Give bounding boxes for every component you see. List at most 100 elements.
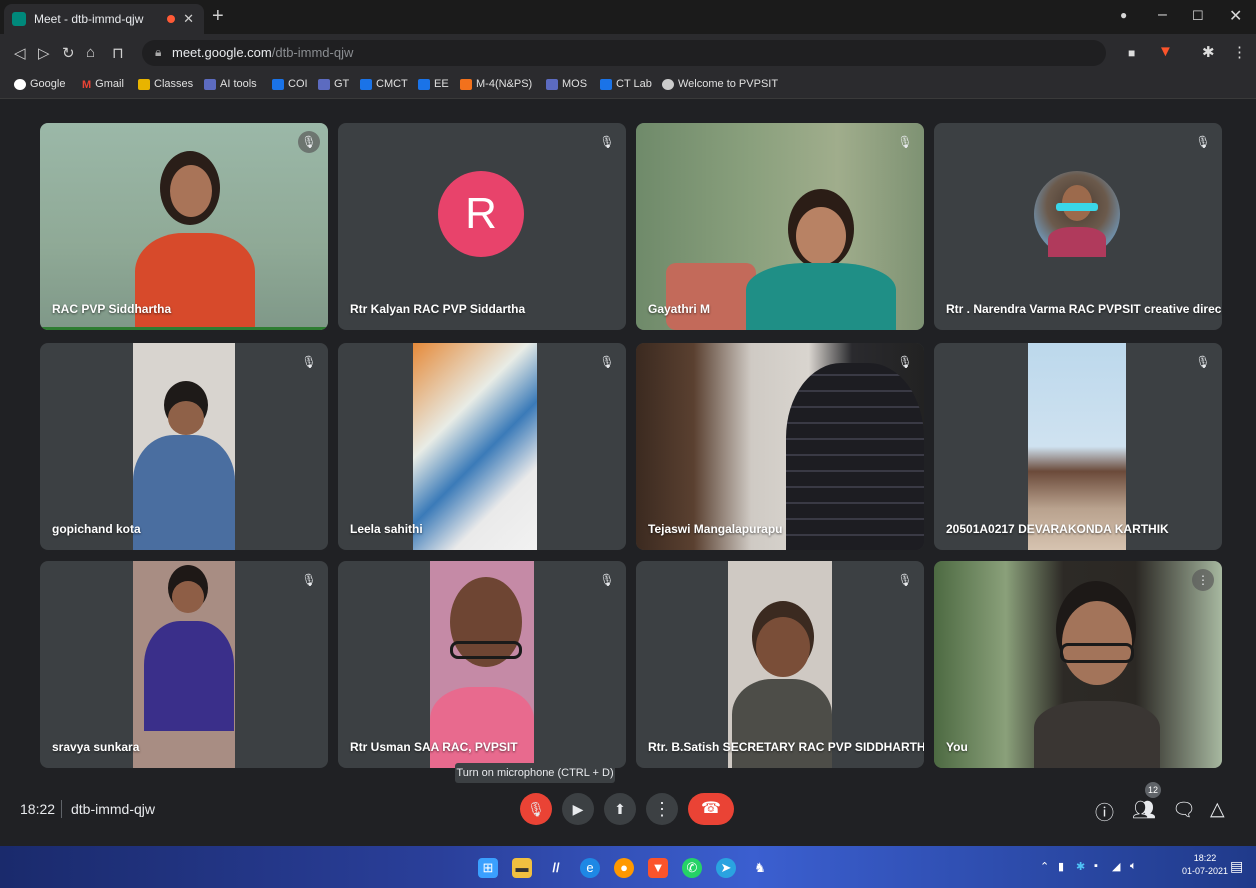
classroom-icon xyxy=(318,78,330,90)
bookmark-pvpsit[interactable]: Welcome to PVPSIT xyxy=(662,78,778,90)
tray-icon[interactable]: ▪ xyxy=(1094,860,1098,872)
bookmark-gt[interactable]: GT xyxy=(318,78,349,90)
participant-name: Rtr. B.Satish SECRETARY RAC PVP SIDDHART… xyxy=(648,740,924,754)
people-icon[interactable]: 👥︎ xyxy=(1132,798,1156,822)
classroom-icon xyxy=(460,78,472,90)
classroom-icon xyxy=(204,78,216,90)
participant-video xyxy=(732,679,832,768)
participant-name: Leela sahithi xyxy=(350,522,423,536)
whatsapp-icon[interactable]: ✆ xyxy=(682,858,702,878)
close-tab-icon[interactable]: ✕ xyxy=(183,11,194,27)
browser-tab[interactable]: Meet - dtb-immd-qjw ✕ xyxy=(4,4,204,34)
participant-video xyxy=(746,263,896,330)
participant-name: sravya sunkara xyxy=(52,740,140,754)
bookmark-label: M-4(N&PS) xyxy=(476,78,533,90)
home-icon[interactable]: ⌂ xyxy=(86,44,95,61)
meet-favicon-icon xyxy=(12,12,26,26)
camera-in-use-icon[interactable]: ■ xyxy=(1128,46,1135,60)
present-screen-button[interactable]: ⬆ xyxy=(604,793,636,825)
system-clock[interactable]: 18:22 01-07-2021 xyxy=(1182,852,1228,878)
more-options-icon[interactable]: ⋮ xyxy=(1192,569,1214,591)
bookmark-classes[interactable]: Classes xyxy=(138,78,193,90)
chrome-icon[interactable]: ● xyxy=(614,858,634,878)
participant-tile[interactable]: 🎙︎ Rtr. B.Satish SECRETARY RAC PVP SIDDH… xyxy=(636,561,924,768)
back-icon[interactable]: ◁ xyxy=(14,44,26,62)
new-tab-button[interactable]: + xyxy=(212,6,224,26)
notifications-icon[interactable]: ▤ xyxy=(1230,858,1243,875)
muted-mic-icon: 🎙︎ xyxy=(301,355,317,369)
participant-tile[interactable]: 🎙︎ Gayathri M xyxy=(636,123,924,330)
participant-tile[interactable]: R 🎙︎ Rtr Kalyan RAC PVP Siddartha xyxy=(338,123,626,330)
bookmark-ct-lab[interactable]: CT Lab xyxy=(600,78,652,90)
activities-icon[interactable]: △ xyxy=(1210,798,1225,821)
bookmark-m4[interactable]: M-4(N&PS) xyxy=(460,78,532,90)
menu-icon[interactable]: ⋮ xyxy=(1232,43,1247,61)
classroom-icon xyxy=(138,78,150,90)
participant-video xyxy=(666,263,756,330)
file-explorer-icon[interactable]: ▬ xyxy=(512,858,532,878)
forward-icon[interactable]: ▷ xyxy=(38,44,50,62)
brave-icon[interactable]: ▼ xyxy=(648,858,668,878)
edge-icon[interactable]: e xyxy=(580,858,600,878)
participant-tile[interactable]: 🎙︎ Rtr Usman SAA RAC, PVPSIT xyxy=(338,561,626,768)
minimize-button[interactable]: – xyxy=(1158,6,1167,24)
bookmark-coi[interactable]: COI xyxy=(272,78,308,90)
microphone-toggle-button[interactable]: 🎙︎ xyxy=(520,793,552,825)
url-text[interactable]: meet.google.com/dtb-immd-qjw xyxy=(172,45,353,60)
participant-video xyxy=(1048,227,1106,257)
bookmark-ai-tools[interactable]: AI tools xyxy=(204,78,257,90)
bookmark-cmct[interactable]: CMCT xyxy=(360,78,408,90)
muted-mic-icon: 🎙︎ xyxy=(897,355,913,369)
bookmark-label: Classes xyxy=(154,78,194,90)
lock-icon[interactable]: 🔒︎ xyxy=(155,45,161,60)
bookmark-gmail[interactable]: M Gmail xyxy=(82,78,124,91)
start-icon[interactable]: ⊞ xyxy=(478,858,498,878)
muted-mic-icon: 🎙︎ xyxy=(1195,135,1211,149)
bookmark-mos[interactable]: MOS xyxy=(546,78,587,90)
participant-tile[interactable]: ⋮ You xyxy=(934,561,1222,768)
reload-icon[interactable]: ↻ xyxy=(62,44,75,62)
meeting-info-icon[interactable]: ⓘ xyxy=(1095,798,1114,825)
participant-name: 20501A0217 DEVARAKONDA KARTHIK xyxy=(946,522,1169,536)
chat-icon[interactable]: 🗨︎ xyxy=(1172,798,1196,822)
participant-tile[interactable]: 🎙︎ RAC PVP Siddhartha xyxy=(40,123,328,330)
extensions-icon[interactable]: ✱ xyxy=(1202,43,1215,61)
muted-mic-icon: 🎙︎ xyxy=(599,573,615,587)
bookmark-ee[interactable]: EE xyxy=(418,78,449,90)
recording-indicator-icon xyxy=(167,15,176,23)
classroom-icon xyxy=(272,78,284,90)
participant-video xyxy=(1034,701,1160,768)
participant-tile[interactable]: 🎙︎ 20501A0217 DEVARAKONDA KARTHIK xyxy=(934,343,1222,550)
participant-video xyxy=(786,363,924,550)
brave-shield-icon[interactable]: ▼ xyxy=(1158,43,1173,60)
app-icon[interactable]: // xyxy=(546,858,566,878)
participant-tile[interactable]: 🎙︎ sravya sunkara xyxy=(40,561,328,768)
wifi-icon[interactable]: ◢ xyxy=(1112,860,1120,873)
participant-video xyxy=(1060,643,1134,663)
show-hidden-icons-icon[interactable]: ⌃ xyxy=(1040,860,1049,873)
close-window-button[interactable]: ✕ xyxy=(1229,6,1242,26)
bookmark-label: Google xyxy=(30,78,66,90)
participant-video xyxy=(756,617,810,677)
participant-tile[interactable]: 🎙︎ Tejaswi Mangalapurapu xyxy=(636,343,924,550)
avatar: R xyxy=(438,171,524,257)
telegram-icon[interactable]: ➤ xyxy=(716,858,736,878)
participant-tile[interactable]: 🎙︎ Rtr . Narendra Varma RAC PVPSIT creat… xyxy=(934,123,1222,330)
participant-name: gopichand kota xyxy=(52,522,141,536)
participant-tile[interactable]: 🎙︎ gopichand kota xyxy=(40,343,328,550)
google-icon xyxy=(14,78,26,90)
bluetooth-icon[interactable]: ✱ xyxy=(1076,860,1085,873)
participant-video xyxy=(1056,203,1098,211)
participant-name: Rtr . Narendra Varma RAC PVPSIT creative… xyxy=(946,302,1222,316)
volume-icon[interactable]: 🔈︎ xyxy=(1130,860,1137,873)
bookmark-page-icon[interactable]: ⊓ xyxy=(112,44,124,62)
participant-tile[interactable]: 🎙︎ Leela sahithi xyxy=(338,343,626,550)
bookmark-google[interactable]: Google xyxy=(14,78,65,90)
maximize-button[interactable]: ☐ xyxy=(1192,8,1204,24)
camera-toggle-button[interactable]: ▶ xyxy=(562,793,594,825)
leave-call-button[interactable]: ☎ xyxy=(688,793,734,825)
app-icon[interactable]: ♞ xyxy=(750,858,770,878)
profile-icon[interactable]: ● xyxy=(1120,8,1127,22)
tray-icon[interactable]: ▮ xyxy=(1058,860,1064,873)
more-options-button[interactable]: ⋮ xyxy=(646,793,678,825)
